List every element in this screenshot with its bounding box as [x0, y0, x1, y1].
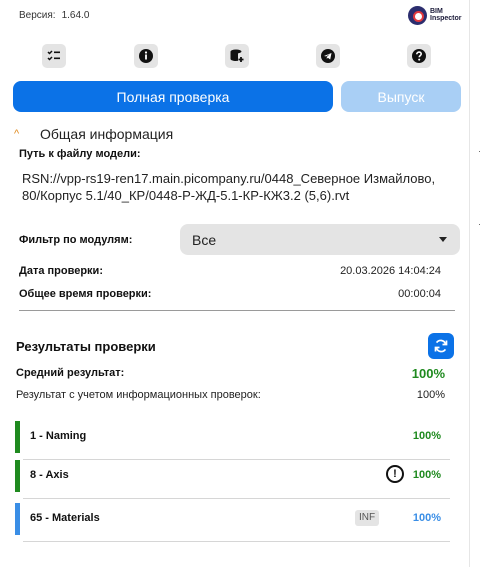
- average-result-label: Средний результат:: [16, 367, 125, 379]
- version-info: Версия: 1.64.0: [19, 10, 95, 21]
- module-result: 100%: [412, 469, 441, 481]
- caret-down-icon: [439, 237, 447, 242]
- edge-mark: ·: [478, 146, 481, 156]
- info-result-value: 100%: [416, 389, 445, 401]
- info-result-label: Результат с учетом информационных провер…: [16, 389, 261, 401]
- info-icon[interactable]: [134, 44, 158, 68]
- full-check-button[interactable]: Полная проверка: [13, 81, 333, 112]
- telegram-icon[interactable]: [316, 44, 340, 68]
- refresh-button[interactable]: [428, 333, 454, 359]
- check-date-label: Дата проверки:: [19, 265, 103, 277]
- total-time-label: Общее время проверки:: [19, 288, 152, 300]
- module-result: 100%: [412, 512, 441, 524]
- checklist-icon[interactable]: [42, 44, 66, 68]
- info-badge: INF: [355, 510, 380, 526]
- help-icon[interactable]: [407, 44, 431, 68]
- status-bar: [15, 460, 20, 492]
- general-info-toggle[interactable]: ^ Общая информация: [14, 126, 173, 142]
- logo-text: BIM Inspector: [430, 8, 462, 22]
- section-divider: [19, 310, 455, 311]
- edge-mark: ·: [478, 219, 481, 229]
- release-button[interactable]: Выпуск: [341, 81, 461, 112]
- version-value: 1.64.0: [61, 10, 90, 21]
- logo-mark-icon: [408, 5, 427, 25]
- bim-inspector-logo: BIM Inspector: [408, 4, 468, 26]
- model-path-label: Путь к файлу модели:: [19, 148, 141, 160]
- module-name: 1 - Naming: [30, 430, 87, 442]
- status-bar: [15, 503, 20, 535]
- module-name: 65 - Materials: [30, 512, 100, 524]
- module-row-materials[interactable]: 65 - Materials INF 100%: [15, 503, 450, 542]
- total-time-value: 00:00:04: [398, 288, 441, 300]
- results-title: Результаты проверки: [16, 339, 156, 354]
- model-path-value: RSN://vpp-rs19-ren17.main.picompany.ru/0…: [22, 171, 436, 203]
- row-divider: [23, 498, 450, 499]
- version-label: Версия:: [19, 10, 56, 21]
- module-filter-value: Все: [192, 231, 217, 248]
- toolbar: [0, 44, 470, 68]
- warning-icon[interactable]: !: [386, 465, 404, 483]
- row-divider: [23, 541, 450, 542]
- module-name: 8 - Axis: [30, 469, 69, 481]
- module-row-naming[interactable]: 1 - Naming 100%: [15, 421, 450, 460]
- check-date-value: 20.03.2026 14:04:24: [340, 265, 441, 277]
- module-row-axis[interactable]: 8 - Axis ! 100%: [15, 460, 450, 499]
- database-add-icon[interactable]: [225, 44, 249, 68]
- chevron-up-icon: ^: [14, 128, 20, 140]
- module-filter-select[interactable]: Все: [180, 224, 460, 255]
- general-info-title: Общая информация: [40, 126, 174, 142]
- status-bar: [15, 421, 20, 453]
- module-result: 100%: [412, 430, 441, 442]
- refresh-icon: [434, 339, 448, 353]
- average-result-value: 100%: [411, 366, 445, 381]
- inspector-panel: Версия: 1.64.0 BIM Inspector Полная прове…: [0, 0, 470, 567]
- module-filter-label: Фильтр по модулям:: [19, 234, 133, 246]
